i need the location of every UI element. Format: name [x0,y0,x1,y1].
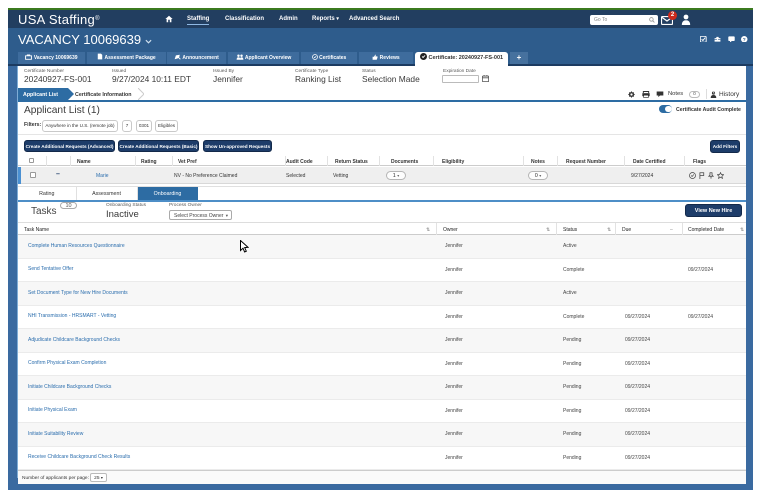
svg-text:?: ? [743,37,746,42]
